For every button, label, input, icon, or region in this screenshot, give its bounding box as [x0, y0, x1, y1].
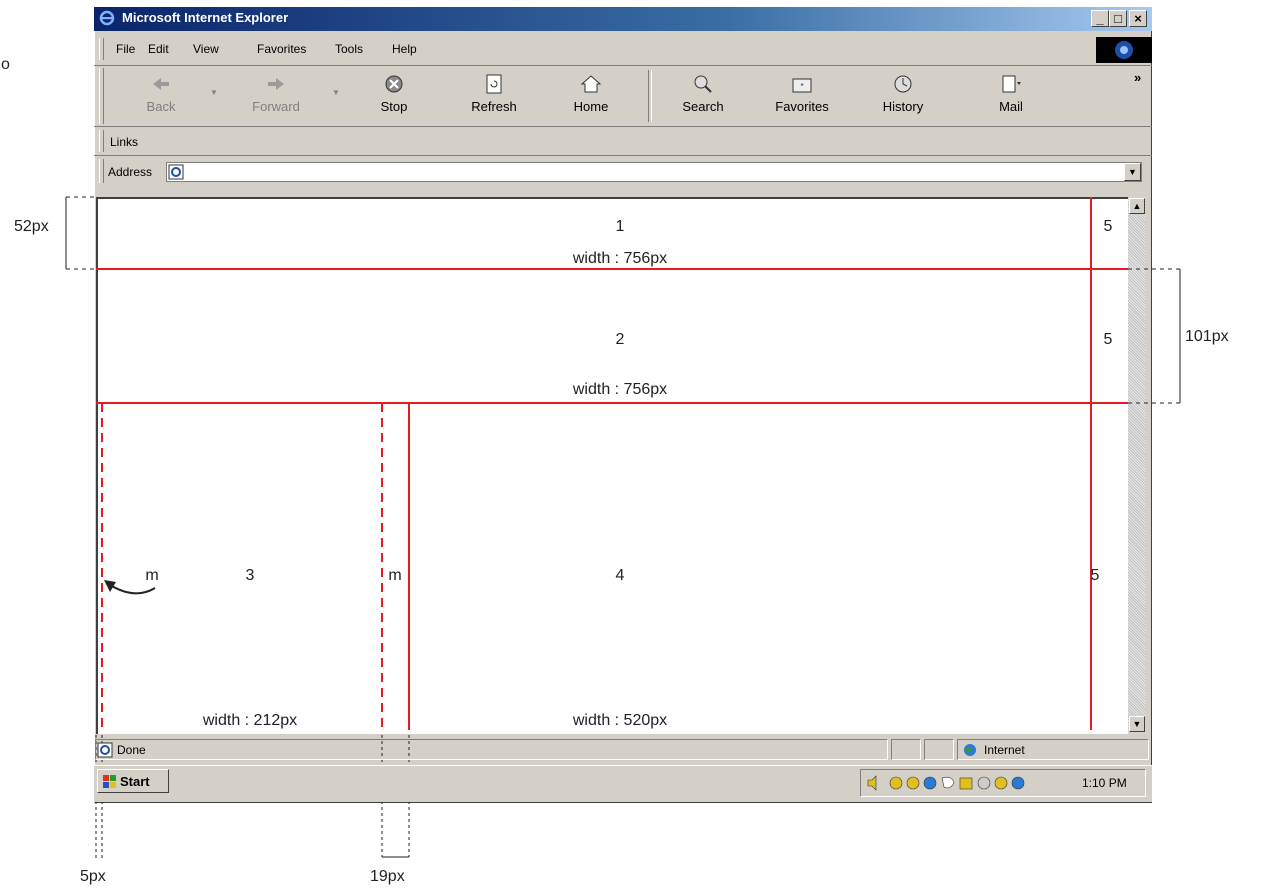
region-2-number: 2	[615, 331, 625, 348]
margin-arrow-icon	[109, 584, 156, 595]
region-1-number: 1	[615, 218, 625, 235]
region-2-width: width : 756px	[572, 381, 668, 398]
status-panel	[891, 739, 921, 760]
region-3-width: width : 212px	[202, 712, 298, 729]
start-label: Start	[120, 774, 150, 789]
zone-text: Internet	[984, 743, 1025, 757]
region-3-margin: m	[145, 567, 159, 584]
region-4-side: 5	[1090, 567, 1100, 584]
status-text: Done	[117, 743, 146, 757]
region-4-width: width : 520px	[572, 712, 668, 729]
status-text-panel	[95, 739, 888, 760]
left-margin-annotation: 5px	[80, 868, 106, 885]
height-annotation-2: 101px	[1185, 328, 1229, 345]
globe-icon	[964, 744, 976, 756]
gutter-annotation: 19px	[370, 868, 405, 885]
region-3-number: 3	[245, 567, 255, 584]
region-1-width: width : 756px	[572, 250, 668, 267]
region-1-side: 5	[1103, 218, 1113, 235]
start-button[interactable]: Start	[97, 769, 169, 793]
region-2-side: 5	[1103, 331, 1113, 348]
height-annotation-1: 52px	[14, 218, 49, 235]
page-done-icon	[97, 742, 113, 758]
clock: 1:10 PM	[1082, 776, 1127, 790]
tray-icons[interactable]	[866, 775, 1036, 791]
region-4-margin: m	[388, 567, 402, 584]
windows-flag-icon	[103, 775, 116, 788]
status-panel	[924, 739, 954, 760]
region-4-number: 4	[615, 567, 625, 584]
